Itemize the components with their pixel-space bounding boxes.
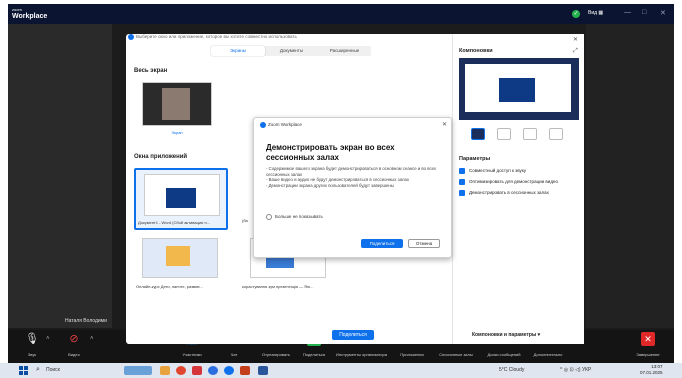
- layout-side-icon[interactable]: [497, 128, 511, 140]
- clock-date: 07.01.2025: [640, 370, 663, 375]
- zoom-window: zoom Workplace ✓ Вид ▦ — □ ✕ Наталя Воло…: [8, 4, 674, 363]
- right-video-strip: [586, 24, 674, 328]
- share-label: Поделиться: [302, 352, 326, 357]
- modal-body-line: - Содержимое вашего экрана будет демонст…: [266, 166, 437, 177]
- modal-cancel-button[interactable]: Отмена: [408, 239, 440, 248]
- whiteboards-label: Доски сообщений: [487, 352, 521, 357]
- dont-show-again-label: Больше не показывать: [275, 214, 323, 219]
- participants-label: Участники: [182, 352, 202, 357]
- taskbar-search[interactable]: Поиск: [46, 367, 60, 373]
- app-windows-heading: Окна приложений: [134, 154, 188, 160]
- window-thumb-course[interactable]: Онлайн-курс Дети, нанчте, развив...: [134, 234, 228, 294]
- tab-screens[interactable]: Экраны: [211, 46, 265, 56]
- window-caption: (ба: [242, 218, 248, 223]
- whole-screen-heading: Весь экран: [134, 68, 168, 74]
- windows-taskbar: ⌕ Поиск 5°C Cloudy ^ ◎ ⊡ ◁) УКР 13:07 07…: [0, 363, 682, 378]
- screen-thumbnail[interactable]: Экран: [142, 82, 212, 140]
- share-tabs: Экраны Документы Расширенные: [211, 46, 371, 56]
- microphone-icon: 🎙: [25, 333, 39, 345]
- modal-title: Демонстрировать экран во всех сессионных…: [266, 143, 395, 162]
- taskbar-widget-icon[interactable]: [124, 366, 152, 375]
- yandex-icon[interactable]: [192, 366, 202, 375]
- search-icon[interactable]: ⌕: [36, 366, 40, 374]
- close-window-icon[interactable]: ✕: [660, 9, 666, 17]
- zoom-icon: [260, 122, 266, 128]
- minimize-icon[interactable]: —: [624, 9, 631, 16]
- window-caption: Онлайн-курс Дети, нанчте, развив...: [136, 284, 203, 289]
- participant-name: Наталя Володими: [65, 318, 107, 324]
- window-caption: корастування зум презентація — Яю...: [242, 284, 314, 289]
- screen-thumb-label: Экран: [171, 130, 183, 135]
- dont-show-again-checkbox[interactable]: [266, 214, 272, 220]
- layouts-params-label: Компоновки и параметры: [472, 332, 537, 338]
- tab-advanced[interactable]: Расширенные: [318, 46, 371, 56]
- maximize-icon[interactable]: □: [642, 9, 646, 16]
- end-icon: ✕: [641, 332, 655, 346]
- share-button[interactable]: Поделиться: [332, 330, 374, 340]
- video-label: Видео: [68, 352, 80, 357]
- file-explorer-icon[interactable]: [160, 366, 170, 375]
- chat-label: Чат: [230, 352, 238, 357]
- window-caption: Документ1 - Word (Сбой активации п...: [138, 220, 210, 225]
- video-options-chevron-icon[interactable]: ˄: [90, 336, 94, 342]
- layout-preview: [459, 58, 579, 120]
- audio-label: Звук: [27, 352, 37, 357]
- react-label: Отреагировать: [262, 352, 290, 357]
- expand-icon[interactable]: ⤢: [573, 48, 578, 55]
- end-label: Завершение: [636, 352, 660, 357]
- word-icon[interactable]: [258, 366, 268, 375]
- share-sound-checkbox[interactable]: [459, 168, 465, 174]
- optimize-video-checkbox[interactable]: [459, 179, 465, 185]
- video-off-icon: ⊘: [69, 333, 79, 345]
- modal-app-name: Zoom Workplace: [268, 122, 302, 127]
- clock[interactable]: 13:07 07.01.2025: [640, 364, 663, 376]
- modal-close-icon[interactable]: ✕: [442, 121, 447, 128]
- layouts-panel: Компоновки ✕ ⤢ Параметры Совместный дост…: [452, 34, 584, 344]
- share-dialog-title: Выберите окно или приложение, которое вы…: [136, 34, 297, 39]
- breakout-label: Сессионные залы: [439, 352, 473, 357]
- language-indicator[interactable]: УКР: [582, 367, 591, 373]
- layouts-heading: Компоновки: [459, 48, 493, 54]
- modal-body-line: - Демонстрации экрана других пользовател…: [266, 182, 394, 188]
- view-label: Вид: [588, 10, 598, 16]
- system-tray[interactable]: ^ ◎ ⊡ ◁) УКР: [560, 367, 591, 373]
- audio-options-chevron-icon[interactable]: ˄: [46, 336, 50, 342]
- params-heading: Параметры: [459, 156, 491, 162]
- app-logo: Workplace: [12, 13, 48, 20]
- breakout-share-modal: Zoom Workplace ✕ Демонстрировать экран в…: [253, 117, 452, 258]
- left-video-strip: [8, 24, 112, 328]
- tab-documents[interactable]: Документы: [265, 46, 318, 56]
- zoom-taskbar-icon[interactable]: [224, 366, 234, 375]
- optimize-video-label: Оптимизировать для демонстрации видео: [469, 179, 558, 184]
- apps-label: Приложения: [400, 352, 424, 357]
- video-button[interactable]: ⊘ Видео: [54, 332, 94, 357]
- powerpoint-icon[interactable]: [240, 366, 250, 375]
- window-thumb-second[interactable]: (ба: [242, 168, 252, 230]
- weather-widget[interactable]: 5°C Cloudy: [499, 367, 524, 373]
- browser-icon[interactable]: [208, 366, 218, 375]
- more-label: Дополнительно: [533, 352, 563, 357]
- view-menu-button[interactable]: Вид ▦: [588, 10, 603, 16]
- modal-body: - Содержимое вашего экрана будет демонст…: [266, 166, 446, 188]
- screen: zoom Workplace ✓ Вид ▦ — □ ✕ Наталя Воло…: [0, 0, 682, 378]
- title-bar: zoom Workplace ✓ Вид ▦ — □ ✕: [8, 4, 674, 24]
- share-sound-label: Совместный доступ к звуку: [469, 168, 527, 173]
- host-tools-label: Инструменты организатора: [336, 352, 387, 357]
- security-shield-icon[interactable]: ✓: [572, 10, 580, 18]
- layout-split-icon[interactable]: [549, 128, 563, 140]
- layout-fullscreen-icon[interactable]: [471, 128, 485, 140]
- modal-share-button[interactable]: Поделиться: [361, 239, 403, 248]
- share-breakout-label: Демонстрировать в сессионных залах: [469, 190, 549, 195]
- windows-start-icon[interactable]: [19, 366, 28, 375]
- window-thumb-word[interactable]: Документ1 - Word (Сбой активации п...: [134, 168, 228, 230]
- share-breakout-checkbox[interactable]: [459, 190, 465, 196]
- chrome-icon[interactable]: [176, 366, 186, 375]
- layout-corner-icon[interactable]: [523, 128, 537, 140]
- layouts-params-button[interactable]: Компоновки и параметры ▾: [472, 332, 540, 338]
- close-panel-icon[interactable]: ✕: [573, 36, 578, 43]
- zoom-dialog-icon: [128, 34, 134, 40]
- end-meeting-button[interactable]: ✕ Завершение: [628, 332, 668, 357]
